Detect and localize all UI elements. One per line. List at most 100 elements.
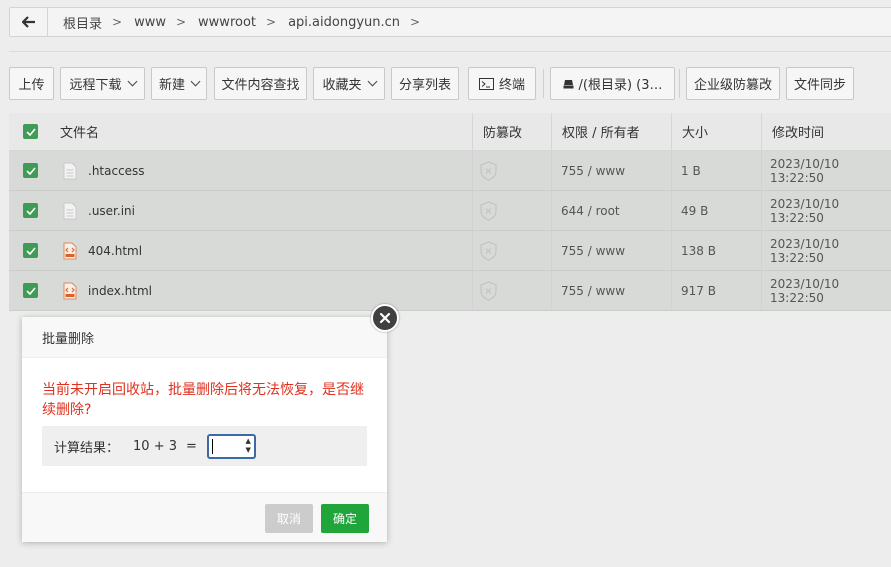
file-mtime: 2023/10/10 13:22:50 — [770, 156, 840, 185]
column-separator — [472, 231, 473, 270]
file-icon — [63, 202, 77, 219]
confirm-button[interactable]: 确定 — [321, 504, 369, 533]
calc-result-input[interactable]: ▲ ▼ — [206, 433, 256, 459]
number-spinner[interactable]: ▲ ▼ — [246, 437, 251, 455]
column-separator — [761, 191, 762, 230]
new-label: 新建 — [158, 78, 185, 93]
file-name[interactable]: .htaccess — [88, 151, 145, 190]
upload-label: 上传 — [18, 78, 45, 93]
close-dialog-button[interactable] — [371, 304, 399, 332]
remote-download-button[interactable]: 远程下载 — [60, 67, 145, 100]
favorites-label: 收藏夹 — [322, 78, 362, 93]
share-list-label: 分享列表 — [398, 78, 451, 93]
breadcrumb-item-site[interactable]: api.aidongyun.cn — [288, 15, 400, 30]
dialog-title: 批量删除 — [22, 317, 387, 358]
breadcrumb-item-www[interactable]: www — [134, 15, 166, 30]
breadcrumb-item-wwwroot[interactable]: wwwroot — [198, 15, 256, 30]
file-name[interactable]: .user.ini — [88, 191, 135, 230]
cancel-button[interactable]: 取消 — [265, 504, 313, 533]
calc-equals: = — [186, 438, 197, 454]
shield-off-icon[interactable] — [480, 160, 497, 181]
toolbar-separator — [543, 69, 544, 98]
header-name[interactable]: 文件名 — [60, 113, 99, 150]
favorites-button[interactable]: 收藏夹 — [313, 67, 385, 100]
calc-label: 计算结果： — [54, 440, 120, 456]
table-row[interactable]: .user.ini 644 / root 49 B 2023/10/10 13:… — [9, 191, 891, 231]
upload-button[interactable]: 上传 — [9, 67, 54, 100]
disk-button[interactable]: /(根目录) (3… — [550, 67, 675, 100]
check-icon — [25, 206, 36, 215]
file-sync-button[interactable]: 文件同步 — [786, 67, 854, 100]
check-icon — [25, 286, 36, 295]
search-content-label: 文件内容查找 — [221, 78, 300, 93]
column-separator — [671, 113, 672, 150]
shield-off-icon[interactable] — [480, 240, 497, 261]
table-row[interactable]: index.html 755 / www 917 B 2023/10/10 13… — [9, 271, 891, 311]
file-size: 917 B — [681, 283, 716, 298]
row-checkbox[interactable] — [23, 203, 38, 218]
file-size: 138 B — [681, 243, 716, 258]
terminal-icon — [478, 77, 494, 90]
shield-off-icon[interactable] — [480, 200, 497, 221]
header-size[interactable]: 大小 — [682, 113, 708, 150]
captcha-row: 计算结果： 10 + 3 = ▲ ▼ — [42, 426, 367, 466]
column-separator — [472, 191, 473, 230]
column-separator — [761, 231, 762, 270]
file-permission[interactable]: 755 / www — [561, 151, 625, 190]
file-table: 文件名 防篡改 权限 / 所有者 大小 修改时间 .htaccess 755 /… — [9, 113, 891, 311]
column-separator — [671, 231, 672, 270]
file-name[interactable]: index.html — [88, 271, 152, 310]
remote-download-label: 远程下载 — [69, 78, 122, 93]
column-separator — [472, 271, 473, 310]
row-checkbox[interactable] — [23, 243, 38, 258]
column-separator — [551, 191, 552, 230]
disk-label: /(根目录) (3… — [578, 78, 663, 93]
row-checkbox[interactable] — [23, 283, 38, 298]
row-checkbox[interactable] — [23, 163, 38, 178]
terminal-label: 终端 — [498, 78, 525, 93]
table-row[interactable]: 404.html 755 / www 138 B 2023/10/10 13:2… — [9, 231, 891, 271]
file-size: 1 B — [681, 163, 701, 178]
check-icon — [25, 246, 36, 255]
check-icon — [25, 166, 36, 175]
column-separator — [551, 151, 552, 190]
file-permission[interactable]: 755 / www — [561, 271, 625, 310]
calc-expression: 10 + 3 — [133, 438, 177, 454]
file-permission[interactable]: 644 / root — [561, 191, 620, 230]
share-list-button[interactable]: 分享列表 — [391, 67, 459, 100]
column-separator — [671, 151, 672, 190]
batch-delete-dialog: 批量删除 当前未开启回收站，批量删除后将无法恢复，是否继续删除? 计算结果： 1… — [22, 317, 387, 542]
chevron-right-icon: > — [175, 15, 187, 29]
shield-off-icon[interactable] — [480, 280, 497, 301]
column-separator — [671, 271, 672, 310]
header-tamper: 防篡改 — [483, 126, 523, 141]
column-separator — [551, 113, 552, 150]
search-content-button[interactable]: 文件内容查找 — [214, 67, 307, 100]
path-bar: 根目录 > www > wwwroot > api.aidongyun.cn > — [9, 7, 891, 37]
text-caret — [211, 438, 213, 454]
divider — [9, 51, 891, 52]
terminal-button[interactable]: 终端 — [468, 67, 536, 100]
breadcrumb-item-root[interactable]: 根目录 — [63, 13, 102, 32]
file-mtime: 2023/10/10 13:22:50 — [770, 196, 840, 225]
chevron-down-icon — [127, 76, 137, 87]
file-mtime: 2023/10/10 13:22:50 — [770, 236, 840, 265]
select-all-checkbox[interactable] — [23, 124, 38, 139]
header-mtime[interactable]: 修改时间 — [772, 113, 824, 150]
breadcrumb: 根目录 > www > wwwroot > api.aidongyun.cn > — [48, 13, 432, 32]
column-separator — [472, 151, 473, 190]
chevron-right-icon: > — [266, 15, 277, 29]
tamper-proof-button[interactable]: 企业级防篡改 — [686, 67, 780, 100]
column-separator — [551, 271, 552, 310]
html-file-icon — [63, 242, 77, 259]
html-file-icon — [63, 282, 77, 299]
disk-icon — [563, 79, 573, 88]
table-row[interactable]: .htaccess 755 / www 1 B 2023/10/10 13:22… — [9, 151, 891, 191]
new-button[interactable]: 新建 — [151, 67, 207, 100]
file-name[interactable]: 404.html — [88, 231, 142, 270]
back-button[interactable] — [10, 8, 48, 36]
column-separator — [472, 113, 473, 150]
chevron-right-icon: > — [112, 15, 123, 29]
column-separator — [761, 271, 762, 310]
file-permission[interactable]: 755 / www — [561, 231, 625, 270]
